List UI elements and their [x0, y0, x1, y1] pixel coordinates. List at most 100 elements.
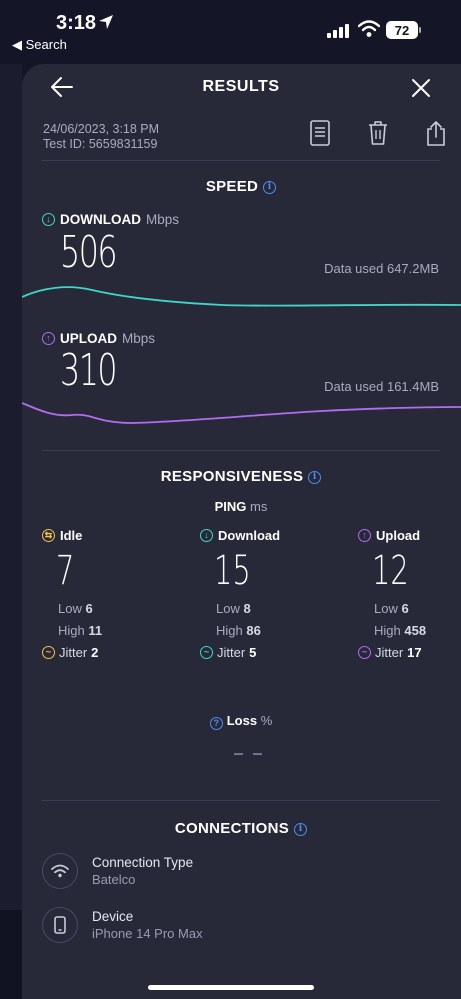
high-value: 86	[246, 623, 261, 638]
low-value: 8	[243, 601, 251, 616]
jitter-icon: ~	[42, 646, 55, 659]
status-bar: 3:18 ◀ Search 72	[0, 0, 461, 60]
download-label-text: DOWNLOAD	[60, 212, 141, 227]
loss-label-text: Loss	[226, 713, 258, 728]
test-id: Test ID: 5659831159	[43, 137, 158, 151]
upload-speed-value: 310	[60, 345, 118, 396]
share-icon[interactable]	[425, 120, 447, 146]
connections-title-text: CONNECTIONS	[174, 820, 290, 837]
upload-arrow-icon: ↑	[42, 332, 55, 345]
battery-indicator: 72	[386, 21, 418, 39]
upload-data-used: Data used 161.4MB	[324, 379, 439, 394]
download-arrow-icon: ↓	[42, 213, 55, 226]
ping-idle-label-text: Idle	[60, 528, 83, 543]
download-graph	[22, 286, 461, 307]
high-label: High	[58, 623, 85, 638]
ping-download-label: ↓ Download	[200, 528, 330, 543]
trash-icon[interactable]	[367, 120, 389, 146]
test-date: 24/06/2023, 3:18 PM	[43, 122, 160, 136]
ping-column-download: ↓ Download 15 Low 8 High 86 ~ Jitter 5	[200, 528, 330, 660]
upload-label-text: UPLOAD	[60, 331, 117, 346]
ping-upload-label-text: Upload	[376, 528, 421, 543]
high-label: High	[216, 623, 243, 638]
home-indicator[interactable]	[148, 985, 314, 990]
download-unit: Mbps	[146, 212, 180, 227]
ping-upload-value: 12	[372, 548, 409, 594]
download-data-used: Data used 647.2MB	[324, 261, 439, 276]
jitter-label: Jitter	[217, 645, 246, 660]
high-label: High	[374, 623, 401, 638]
connection-type-value: Batelco	[92, 872, 136, 887]
ping-upload-jitter: ~ Jitter 17	[358, 645, 461, 660]
info-icon[interactable]: i	[308, 471, 322, 484]
ping-idle-label: ⇆ Idle	[42, 528, 172, 543]
help-icon[interactable]: ?	[209, 717, 223, 730]
ping-download-jitter: ~ Jitter 5	[200, 645, 330, 660]
jitter-label: Jitter	[375, 645, 404, 660]
ping-download-label-text: Download	[218, 528, 281, 543]
ping-title: PING ms	[0, 499, 461, 514]
jitter-icon: ~	[200, 646, 213, 659]
info-icon[interactable]: i	[263, 181, 277, 194]
ping-column-idle: ⇆ Idle 7 Low 6 High 11 ~ Jitter 2	[42, 528, 172, 660]
upload-arrow-icon: ↑	[358, 529, 371, 542]
ping-idle-jitter: ~ Jitter 2	[42, 645, 172, 660]
ping-column-upload: ↑ Upload 12 Low 6 High 458 ~ Jitter 17	[358, 528, 461, 660]
close-icon[interactable]	[410, 77, 432, 99]
high-value: 11	[88, 623, 103, 638]
divider	[42, 450, 440, 451]
loss-label: ? Loss %	[0, 713, 461, 730]
divider	[42, 160, 440, 161]
wifi-icon	[42, 853, 78, 889]
speed-section-title: SPEED i	[0, 178, 461, 195]
jitter-value: 17	[407, 645, 422, 660]
device-row: Device iPhone 14 Pro Max	[42, 907, 203, 943]
connection-type-label: Connection Type	[92, 855, 194, 870]
ping-download-value: 15	[214, 548, 251, 594]
upload-graph	[22, 402, 461, 424]
ping-idle-low: Low 6	[58, 601, 172, 616]
ping-download-low: Low 8	[216, 601, 330, 616]
low-label: Low	[216, 601, 240, 616]
jitter-label: Jitter	[59, 645, 88, 660]
ping-unit: ms	[250, 499, 268, 514]
low-value: 6	[85, 601, 93, 616]
divider	[42, 800, 440, 801]
low-label: Low	[58, 601, 82, 616]
cell-signal-icon	[327, 24, 349, 38]
wifi-status-icon	[358, 20, 380, 37]
ping-upload-label: ↑ Upload	[358, 528, 461, 543]
status-time: 3:18	[56, 12, 97, 34]
jitter-value: 5	[249, 645, 257, 660]
back-to-search-link[interactable]: ◀ Search	[12, 37, 67, 53]
low-value: 6	[401, 601, 409, 616]
responsiveness-section-title: RESPONSIVENESS i	[0, 468, 461, 485]
page-title: RESULTS	[202, 78, 280, 95]
phone-icon	[42, 907, 78, 943]
background-bottom	[0, 910, 22, 999]
download-arrow-icon: ↓	[200, 529, 213, 542]
loss-value: – –	[233, 743, 265, 763]
jitter-icon: ~	[358, 646, 371, 659]
high-value: 458	[404, 623, 427, 638]
download-label: ↓ DOWNLOAD Mbps	[42, 212, 179, 227]
upload-label: ↑ UPLOAD Mbps	[42, 331, 155, 346]
low-label: Low	[374, 601, 398, 616]
responsiveness-title-text: RESPONSIVENESS	[160, 468, 304, 485]
info-icon[interactable]: i	[294, 823, 308, 836]
location-arrow-icon	[99, 15, 113, 29]
ping-idle-high: High 11	[58, 623, 172, 638]
loss-unit: %	[260, 713, 273, 728]
speed-title-text: SPEED	[205, 178, 259, 195]
ping-label: PING	[214, 499, 247, 514]
battery-nub	[419, 27, 421, 33]
device-label: Device	[92, 909, 134, 924]
upload-unit: Mbps	[122, 331, 156, 346]
ping-upload-high: High 458	[374, 623, 461, 638]
document-icon[interactable]	[310, 120, 330, 146]
device-value: iPhone 14 Pro Max	[92, 926, 203, 941]
download-speed-value: 506	[60, 227, 118, 278]
jitter-value: 2	[91, 645, 99, 660]
connection-type-row: Connection Type Batelco	[42, 853, 193, 889]
idle-icon: ⇆	[42, 529, 55, 542]
